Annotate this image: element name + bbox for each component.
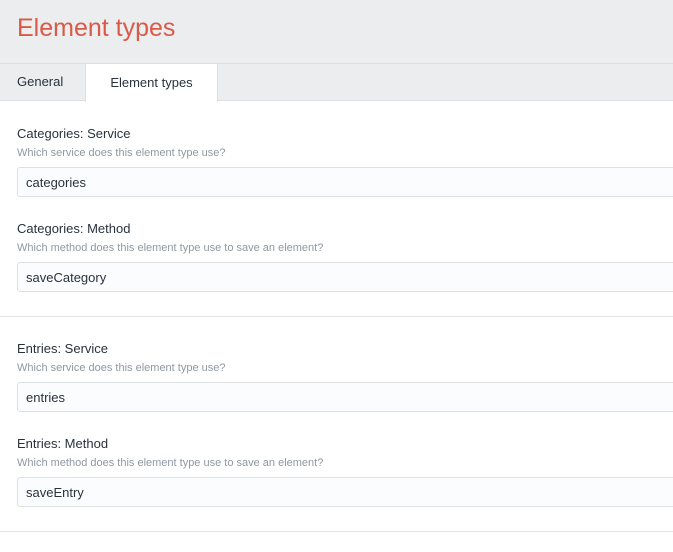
field-instructions: Which service does this element type use… bbox=[17, 362, 226, 374]
page-title: Element types bbox=[17, 14, 176, 42]
tab-bar: General Element types bbox=[0, 63, 673, 102]
group-divider bbox=[0, 531, 673, 532]
field-label: Entries: Method bbox=[17, 436, 109, 451]
field-label: Categories: Service bbox=[17, 126, 131, 141]
field-label: Entries: Service bbox=[17, 341, 109, 356]
field-instructions: Which service does this element type use… bbox=[17, 147, 226, 159]
tab-element-types[interactable]: Element types bbox=[85, 63, 218, 102]
categories-method-input[interactable] bbox=[17, 262, 673, 292]
field-label: Categories: Method bbox=[17, 221, 131, 236]
group-divider bbox=[0, 316, 673, 317]
categories-service-input[interactable] bbox=[17, 167, 673, 197]
tab-general[interactable]: General bbox=[17, 63, 63, 102]
field-instructions: Which method does this element type use … bbox=[17, 457, 324, 469]
entries-service-input[interactable] bbox=[17, 382, 673, 412]
entries-method-input[interactable] bbox=[17, 477, 673, 507]
page-header: Element types bbox=[0, 0, 673, 63]
field-instructions: Which method does this element type use … bbox=[17, 242, 324, 254]
